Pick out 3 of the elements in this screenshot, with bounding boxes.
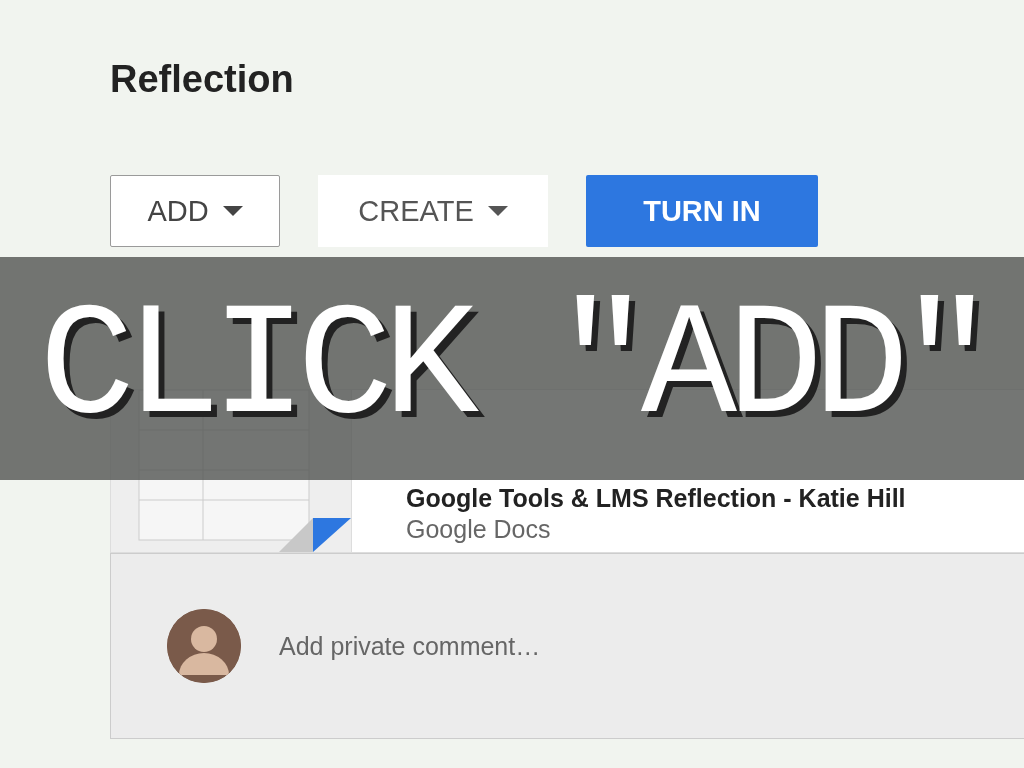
page-heading: Reflection: [110, 58, 295, 101]
caption-text: CLICK "ADD": [38, 288, 986, 449]
attachment-type: Google Docs: [406, 515, 552, 544]
